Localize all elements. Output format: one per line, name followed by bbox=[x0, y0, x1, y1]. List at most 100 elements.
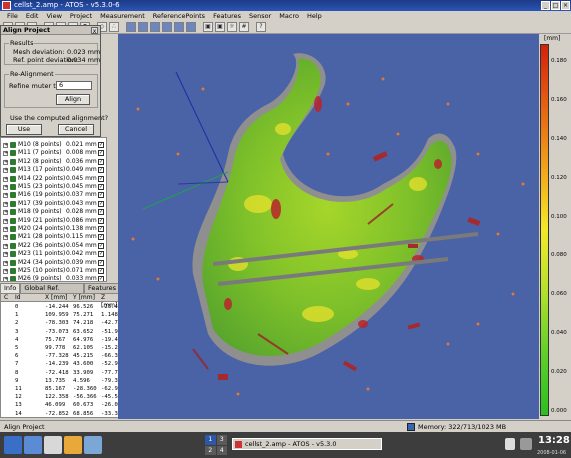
list-item[interactable]: + M24 (34 points) 0.039 mm ✓ bbox=[1, 259, 106, 267]
home-icon[interactable] bbox=[24, 436, 42, 454]
list-item[interactable]: + M12 (8 points) 0.036 mm ✓ bbox=[1, 158, 106, 166]
menu-project[interactable]: Project bbox=[66, 11, 96, 21]
visibility-checkbox[interactable]: ✓ bbox=[98, 150, 104, 157]
visibility-checkbox[interactable]: ✓ bbox=[98, 200, 104, 207]
table-row[interactable]: 913.7354.596-79.396 bbox=[1, 378, 119, 385]
table-row[interactable]: 12122.358-56.366-45.536 bbox=[1, 394, 119, 401]
list-item[interactable]: + M23 (11 points) 0.042 mm ✓ bbox=[1, 250, 106, 258]
camera-icon[interactable]: ▣ bbox=[215, 22, 225, 32]
expand-icon[interactable]: + bbox=[3, 210, 8, 216]
maximize-button[interactable]: □ bbox=[551, 1, 560, 10]
expand-icon[interactable]: + bbox=[3, 252, 8, 258]
table-row[interactable]: 8-72.41833.909-77.799 bbox=[1, 370, 119, 377]
list-item[interactable]: + M22 (36 points) 0.054 mm ✓ bbox=[1, 242, 106, 250]
browser-icon[interactable] bbox=[64, 436, 82, 454]
menu-view[interactable]: View bbox=[42, 11, 65, 21]
start-menu-icon[interactable] bbox=[4, 436, 22, 454]
visibility-checkbox[interactable]: ✓ bbox=[98, 259, 104, 266]
list-item[interactable]: + M10 (8 points) 0.021 mm ✓ bbox=[1, 141, 106, 149]
visibility-checkbox[interactable]: ✓ bbox=[98, 276, 104, 281]
view-right-icon[interactable] bbox=[162, 22, 172, 32]
points-icon[interactable]: ∴ bbox=[109, 22, 119, 32]
desktop-1[interactable]: 1 bbox=[205, 435, 216, 445]
tray-clipboard-icon[interactable] bbox=[505, 438, 515, 450]
terminal-icon[interactable] bbox=[44, 436, 62, 454]
align-button[interactable]: Align bbox=[56, 94, 90, 105]
grid-icon[interactable]: # bbox=[239, 22, 249, 32]
visibility-checkbox[interactable]: ✓ bbox=[98, 242, 104, 249]
visibility-checkbox[interactable]: ✓ bbox=[98, 217, 104, 224]
expand-icon[interactable]: + bbox=[3, 159, 8, 165]
view-bottom-icon[interactable] bbox=[186, 22, 196, 32]
light-icon[interactable]: ☼ bbox=[227, 22, 237, 32]
list-item[interactable]: + M11 (7 points) 0.008 mm ✓ bbox=[1, 149, 106, 157]
view-back-icon[interactable] bbox=[138, 22, 148, 32]
visibility-checkbox[interactable]: ✓ bbox=[98, 158, 104, 165]
expand-icon[interactable]: + bbox=[3, 227, 8, 232]
col-header-y[interactable]: Y [mm] bbox=[73, 294, 95, 302]
table-row[interactable]: 14-72.85268.856-33.316 bbox=[1, 411, 119, 417]
menu-referencepoints[interactable]: ReferencePoints bbox=[149, 11, 209, 21]
expand-icon[interactable]: + bbox=[3, 193, 8, 199]
visibility-checkbox[interactable]: ✓ bbox=[98, 192, 104, 199]
visibility-checkbox[interactable]: ✓ bbox=[98, 209, 104, 216]
table-row[interactable]: 1185.167-28.360-62.986 bbox=[1, 386, 119, 393]
menu-edit[interactable]: Edit bbox=[22, 11, 43, 21]
expand-icon[interactable]: + bbox=[3, 201, 8, 207]
table-row[interactable]: 1346.09960.673-26.092 bbox=[1, 402, 119, 409]
visibility-checkbox[interactable]: ✓ bbox=[98, 251, 104, 258]
expand-icon[interactable]: + bbox=[3, 151, 8, 157]
list-item[interactable]: + M25 (10 points) 0.071 mm ✓ bbox=[1, 267, 106, 275]
view-top-icon[interactable] bbox=[174, 22, 184, 32]
table-row[interactable]: 6-77.32845.215-66.381 bbox=[1, 353, 119, 360]
menu-sensor[interactable]: Sensor bbox=[245, 11, 275, 21]
list-item[interactable]: + M20 (24 points) 0.138 mm ✓ bbox=[1, 225, 106, 233]
dialog-close-button[interactable]: x bbox=[91, 27, 98, 35]
minimize-button[interactable]: _ bbox=[541, 1, 550, 10]
expand-icon[interactable]: + bbox=[3, 260, 8, 266]
menu-help[interactable]: Help bbox=[303, 11, 326, 21]
desktop-4[interactable]: 4 bbox=[216, 445, 227, 455]
cancel-button[interactable]: Cancel bbox=[58, 124, 94, 135]
table-row[interactable]: 3-73.07363.652-51.932 bbox=[1, 329, 119, 336]
visibility-checkbox[interactable]: ✓ bbox=[98, 226, 104, 232]
table-row[interactable]: 2-78.30374.218-42.768 bbox=[1, 320, 119, 327]
tab-global-ref-points[interactable]: Global Ref. Points bbox=[20, 283, 85, 301]
col-header-c[interactable]: C bbox=[4, 294, 8, 302]
list-item[interactable]: + M14 (22 points) 0.045 mm ✓ bbox=[1, 175, 106, 183]
visibility-checkbox[interactable]: ✓ bbox=[98, 175, 104, 182]
tab-info[interactable]: Info bbox=[0, 283, 21, 293]
col-header-x[interactable]: X [mm] bbox=[45, 294, 67, 302]
expand-icon[interactable]: + bbox=[3, 243, 8, 249]
expand-icon[interactable]: + bbox=[3, 218, 8, 224]
expand-icon[interactable]: + bbox=[3, 168, 8, 174]
visibility-checkbox[interactable]: ✓ bbox=[98, 167, 104, 174]
list-item[interactable]: + M13 (17 points) 0.049 mm ✓ bbox=[1, 166, 106, 174]
expand-icon[interactable]: + bbox=[3, 277, 8, 281]
tab-features[interactable]: Features bbox=[84, 283, 120, 293]
menu-measurement[interactable]: Measurement bbox=[96, 11, 149, 21]
list-item[interactable]: + M21 (28 points) 0.115 mm ✓ bbox=[1, 233, 106, 241]
desktop-3[interactable]: 3 bbox=[216, 435, 227, 445]
list-item[interactable]: + M26 (9 points) 0.033 mm ✓ bbox=[1, 275, 106, 281]
table-row[interactable]: 475.76764.976-19.412 bbox=[1, 337, 119, 344]
list-item[interactable]: + M15 (23 points) 0.045 mm ✓ bbox=[1, 183, 106, 191]
expand-icon[interactable]: + bbox=[3, 185, 8, 190]
table-row[interactable]: 599.77862.105-15.284 bbox=[1, 345, 119, 352]
desktop-2[interactable]: 2 bbox=[205, 445, 216, 455]
table-row[interactable]: 7-14.23943.600-52.945 bbox=[1, 361, 119, 368]
visibility-checkbox[interactable]: ✓ bbox=[98, 268, 104, 274]
list-item[interactable]: + M16 (19 points) 0.037 mm ✓ bbox=[1, 191, 106, 199]
file-manager-icon[interactable] bbox=[84, 436, 102, 454]
visibility-checkbox[interactable]: ✓ bbox=[98, 142, 104, 148]
menu-file[interactable]: File bbox=[3, 11, 22, 21]
visibility-checkbox[interactable]: ✓ bbox=[98, 184, 104, 190]
menu-macro[interactable]: Macro bbox=[275, 11, 303, 21]
visibility-checkbox[interactable]: ✓ bbox=[98, 234, 104, 241]
table-row[interactable]: 1 109.959 75.271 1.148 bbox=[1, 312, 119, 319]
3d-viewport[interactable] bbox=[118, 34, 539, 419]
tray-volume-icon[interactable] bbox=[520, 438, 532, 450]
expand-icon[interactable]: + bbox=[3, 269, 8, 274]
sensor-icon[interactable]: ▣ bbox=[203, 22, 213, 32]
col-header-id[interactable]: Id bbox=[15, 294, 21, 302]
